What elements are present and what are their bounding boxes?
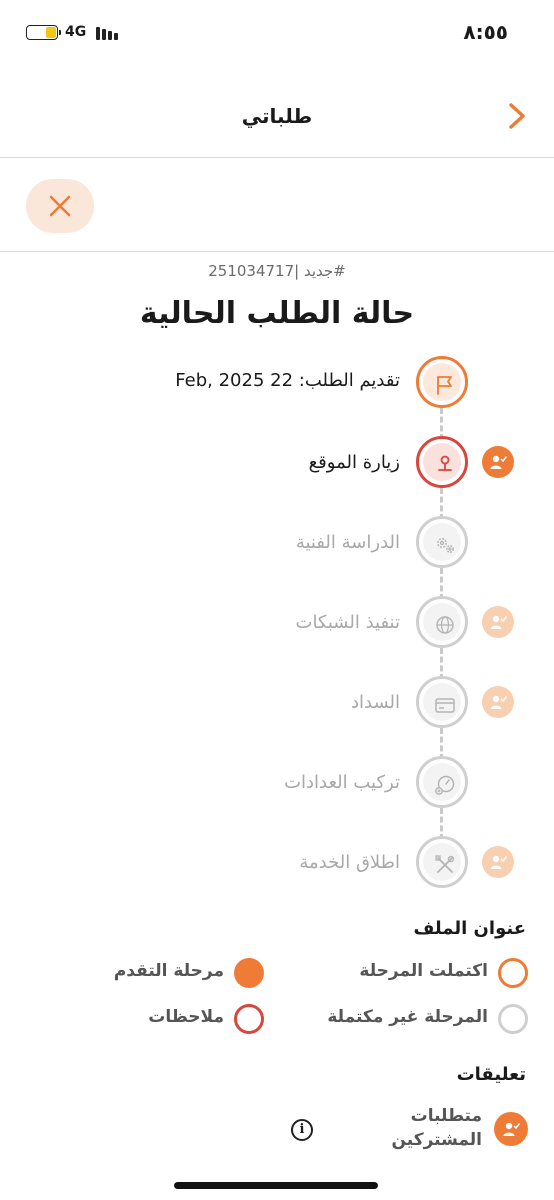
status-time: ٨:٥٥ (463, 20, 508, 44)
legend-in-progress-marker (234, 958, 264, 988)
battery-icon (26, 25, 61, 40)
timeline-step-label: اطلاق الخدمة (299, 852, 400, 873)
legend-label: المرحلة غير مكتملة (327, 1007, 488, 1027)
legend-label: ملاحظات (148, 1007, 224, 1027)
legend-label: اكتملت المرحلة (359, 961, 488, 981)
subscriber-action-badge (482, 446, 514, 478)
tools-icon (435, 855, 455, 873)
network-type: 4G (65, 24, 87, 40)
user-check-icon (490, 615, 507, 629)
order-status-title: حالة الطلب الحالية (139, 296, 415, 331)
timeline-step-label: تنفيذ الشبكات (295, 612, 401, 633)
page-title: طلباتي (241, 104, 313, 128)
status-bar: ٨:٥٥ 4G (0, 0, 554, 66)
legend-completed-marker (498, 958, 528, 988)
legend-item-incomplete: المرحلة غير مكتملة (318, 1003, 528, 1035)
close-button[interactable] (26, 179, 94, 233)
timeline-step-label: تقديم الطلب: 22 Feb, 2025 (175, 370, 400, 391)
subscriber-action-badge (482, 846, 514, 878)
timeline-step-service-launch (416, 836, 468, 888)
close-icon (49, 195, 71, 217)
legend-item-in-progress: مرحلة التقدم (94, 957, 264, 989)
legend-title: عنوان الملف (413, 918, 526, 939)
user-check-icon (490, 695, 507, 709)
subscriber-action-badge (482, 606, 514, 638)
user-check-icon (490, 855, 507, 869)
legend-notes-marker (234, 1004, 264, 1034)
location-pin-icon (438, 455, 452, 471)
chevron-right-icon (509, 103, 525, 129)
order-number: جديد |251034717# (208, 262, 346, 280)
subscriber-requirements-badge (494, 1112, 528, 1146)
timeline-step-site-visit (416, 436, 468, 488)
gears-icon (437, 538, 454, 553)
timeline-step-meter-installation (416, 756, 468, 808)
back-button[interactable] (502, 96, 532, 136)
comments-title: تعليقات (456, 1064, 526, 1085)
signal-icon (96, 26, 120, 40)
timeline-step-submission (416, 356, 468, 408)
action-bar (0, 158, 554, 252)
legend-item-notes: ملاحظات (114, 1003, 264, 1035)
nav-header: طلباتي (0, 66, 554, 158)
legend-item-completed: اكتملت المرحلة (338, 957, 528, 989)
legend-incomplete-marker (498, 1004, 528, 1034)
globe-icon (436, 616, 454, 634)
user-check-icon (503, 1122, 520, 1136)
timeline-step-network-execution (416, 596, 468, 648)
subscriber-requirements-label: متطلبات المشتركين (391, 1106, 482, 1150)
home-indicator (174, 1182, 378, 1189)
flag-icon (437, 376, 452, 395)
timeline-step-label: زيارة الموقع (308, 452, 400, 473)
info-icon: i (299, 1122, 305, 1137)
info-button[interactable]: i (291, 1119, 313, 1141)
subscriber-action-badge (482, 686, 514, 718)
meter-gauge-icon (435, 775, 455, 795)
user-check-icon (490, 455, 507, 469)
credit-card-icon (435, 698, 455, 713)
timeline-step-label: الدراسة الفنية (295, 532, 400, 553)
timeline-step-payment (416, 676, 468, 728)
timeline-step-label: تركيب العدادات (284, 772, 400, 793)
legend-label: مرحلة التقدم (113, 961, 224, 981)
timeline-step-technical-study (416, 516, 468, 568)
timeline-step-label: السداد (350, 692, 400, 713)
